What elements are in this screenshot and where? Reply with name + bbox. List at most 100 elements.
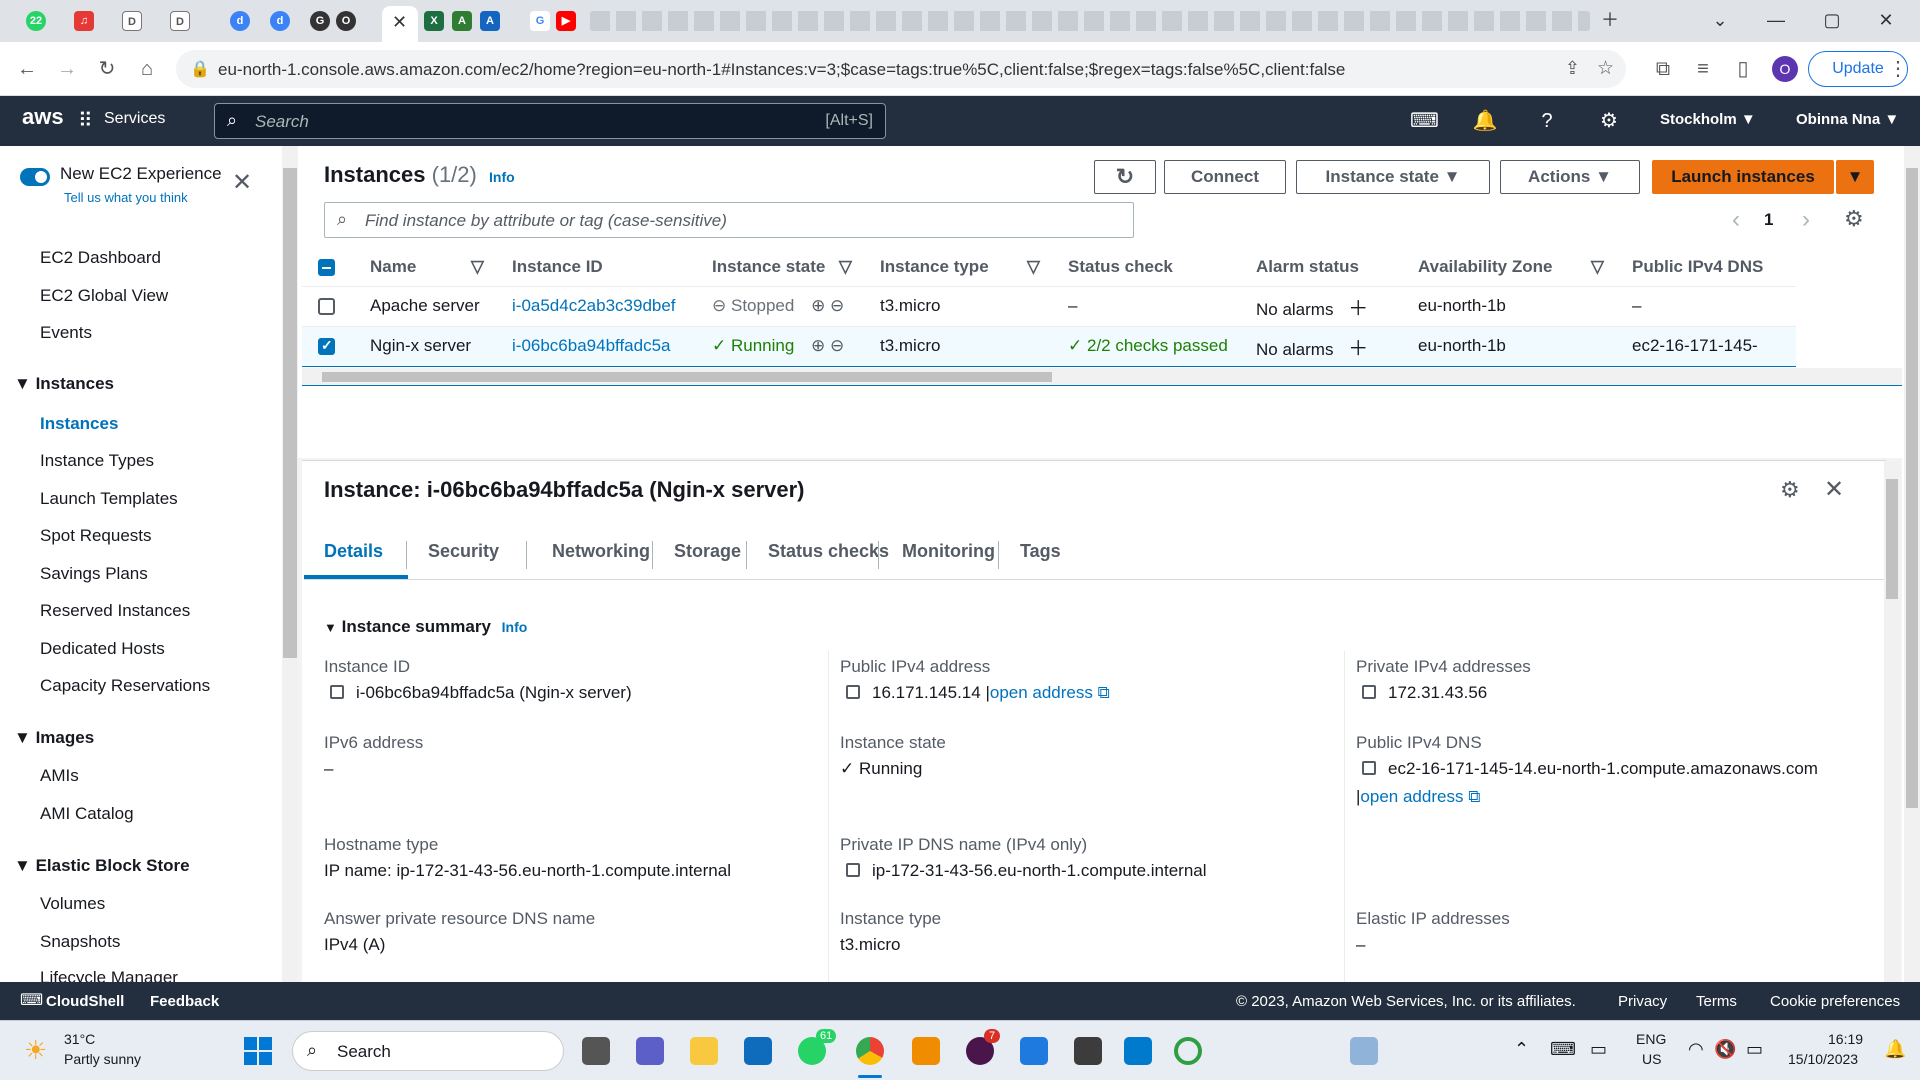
chrome-icon[interactable]: [856, 1037, 884, 1065]
col-header-instance-type[interactable]: Instance type ▽: [864, 248, 1052, 287]
outlook-icon[interactable]: [744, 1037, 772, 1065]
maximize-icon[interactable]: ▢: [1812, 8, 1852, 32]
git-icon[interactable]: [1074, 1037, 1102, 1065]
clock-date[interactable]: 15/10/2023: [1788, 1051, 1858, 1067]
profile-avatar[interactable]: O: [1772, 56, 1798, 82]
tab-security[interactable]: Security: [428, 541, 499, 562]
copy-icon[interactable]: [846, 685, 860, 699]
tab-icon-docs-2[interactable]: D: [170, 11, 190, 31]
tab-icon-app-3[interactable]: A: [452, 11, 472, 31]
tab-icon-whatsapp[interactable]: 22: [26, 11, 46, 31]
tab-icon-github[interactable]: G: [310, 11, 330, 31]
feedback-footer-link[interactable]: Feedback: [150, 993, 219, 1010]
tab-icon-app[interactable]: d: [230, 11, 250, 31]
summary-info-link[interactable]: Info: [502, 619, 528, 635]
keyboard-icon[interactable]: ⌨: [1550, 1039, 1576, 1060]
show-hidden-icons[interactable]: ⌃: [1514, 1039, 1529, 1060]
sidebar-item-ec2-global-view[interactable]: EC2 Global View: [40, 286, 168, 306]
tab-icon-app-2[interactable]: d: [270, 11, 290, 31]
help-icon[interactable]: ?: [1534, 108, 1560, 134]
sidebar-item-volumes[interactable]: Volumes: [40, 894, 105, 914]
new-experience-toggle[interactable]: [20, 168, 50, 186]
account-menu[interactable]: Obinna Nna ▼: [1796, 111, 1899, 128]
menu-icon[interactable]: ⋮: [1888, 56, 1908, 82]
aws-search-input[interactable]: ⌕ Search [Alt+S]: [214, 103, 886, 139]
zoom-out-icon[interactable]: ⊖: [830, 296, 844, 315]
summary-header[interactable]: ▼ Instance summary Info: [324, 617, 527, 637]
new-tab-icon[interactable]: ＋: [1590, 8, 1630, 32]
connect-button[interactable]: Connect: [1164, 160, 1286, 194]
clock-time[interactable]: 16:19: [1828, 1031, 1863, 1047]
sidebar-item-events[interactable]: Events: [40, 323, 92, 343]
sidebar-item-snapshots[interactable]: Snapshots: [40, 932, 120, 952]
details-scrollbar-thumb[interactable]: [1886, 479, 1898, 599]
active-tab[interactable]: ✕: [382, 6, 418, 42]
privacy-link[interactable]: Privacy: [1618, 993, 1667, 1010]
instance-id-link[interactable]: i-06bc6ba94bffadc5a: [512, 336, 671, 355]
cloudshell-link[interactable]: CloudShell: [46, 993, 124, 1010]
tab-status-checks[interactable]: Status checks: [768, 541, 889, 562]
zoom-in-icon[interactable]: ⊕: [811, 296, 825, 315]
services-menu[interactable]: Services: [104, 110, 165, 128]
launch-instances-button[interactable]: Launch instances: [1652, 160, 1834, 194]
copy-icon[interactable]: [1362, 761, 1376, 775]
vlc-icon[interactable]: [912, 1037, 940, 1065]
tab-icon-app-4[interactable]: A: [480, 11, 500, 31]
display-icon[interactable]: ▭: [1590, 1039, 1607, 1060]
close-details-icon[interactable]: ✕: [1824, 475, 1844, 504]
notifications-icon[interactable]: 🔔: [1884, 1039, 1906, 1060]
copy-icon[interactable]: [846, 863, 860, 877]
open-address-link[interactable]: open address: [1360, 787, 1463, 806]
back-icon[interactable]: ←: [14, 56, 40, 82]
file-explorer-icon[interactable]: [690, 1037, 718, 1065]
forward-icon[interactable]: →: [54, 56, 80, 82]
reload-icon[interactable]: ↻: [94, 56, 120, 82]
close-sidebar-icon[interactable]: ✕: [232, 168, 252, 197]
tab-icon-google[interactable]: G: [530, 11, 550, 31]
sidebar-item-instances[interactable]: Instances: [40, 414, 118, 434]
tab-icon-music[interactable]: ♫: [74, 11, 94, 31]
open-address-link[interactable]: open address: [990, 683, 1093, 702]
sort-icon[interactable]: ▽: [1027, 257, 1040, 277]
settings-gear-icon[interactable]: ⚙: [1596, 108, 1622, 134]
table-settings-gear-icon[interactable]: ⚙: [1844, 206, 1864, 232]
row-checkbox[interactable]: [318, 298, 335, 316]
tab-icon-docs[interactable]: D: [122, 11, 142, 31]
table-row[interactable]: Apache server i-0a5d4c2ab3c39dbef ⊖ Stop…: [302, 286, 1796, 327]
wifi-icon[interactable]: ◠: [1688, 1039, 1704, 1060]
sort-icon[interactable]: ▽: [471, 257, 484, 277]
sidebar-section-ebs[interactable]: ▼ Elastic Block Store: [14, 856, 190, 876]
table-row[interactable]: Ngin-x server i-06bc6ba94bffadc5a ✓ Runn…: [302, 325, 1796, 367]
instance-id-link[interactable]: i-0a5d4c2ab3c39dbef: [512, 296, 676, 315]
cookie-preferences-link[interactable]: Cookie preferences: [1770, 993, 1900, 1010]
tab-search-icon[interactable]: ⌄: [1700, 8, 1740, 32]
taskbar-search[interactable]: ⌕ Search: [292, 1031, 564, 1071]
add-alarm-icon[interactable]: ＋: [1348, 298, 1368, 320]
home-icon[interactable]: ⌂: [134, 56, 160, 82]
url-text[interactable]: eu-north-1.console.aws.amazon.com/ec2/ho…: [218, 60, 1345, 80]
extensions-icon[interactable]: ⧉: [1650, 56, 1676, 82]
chart-app-icon[interactable]: [1350, 1037, 1378, 1065]
col-header-instance-state[interactable]: Instance state ▽: [696, 248, 864, 287]
weather-icon[interactable]: ☀: [24, 1035, 47, 1066]
add-alarm-icon[interactable]: ＋: [1348, 338, 1368, 360]
vscode-icon[interactable]: [1124, 1037, 1152, 1065]
omnibox[interactable]: 🔒 eu-north-1.console.aws.amazon.com/ec2/…: [176, 50, 1626, 88]
zoom-in-icon[interactable]: ⊕: [811, 336, 825, 355]
tab-icon-excel[interactable]: X: [424, 11, 444, 31]
language-line-2[interactable]: US: [1642, 1051, 1661, 1067]
sidebar-item-ami-catalog[interactable]: AMI Catalog: [40, 804, 134, 824]
row-checkbox[interactable]: [318, 337, 335, 356]
app-circle-icon[interactable]: [1174, 1037, 1202, 1065]
prev-page-icon[interactable]: ‹: [1732, 206, 1740, 234]
sidebar-item-lifecycle-manager[interactable]: Lifecycle Manager: [40, 968, 178, 982]
windows-start-icon[interactable]: [244, 1037, 272, 1065]
services-grid-icon[interactable]: ⠿: [78, 108, 93, 133]
launch-dropdown-button[interactable]: ▼: [1836, 160, 1874, 194]
sort-icon[interactable]: ▽: [839, 257, 852, 277]
instance-filter-input[interactable]: ⌕ Find instance by attribute or tag (cas…: [324, 202, 1134, 238]
details-settings-gear-icon[interactable]: ⚙: [1780, 477, 1800, 503]
bookmark-star-icon[interactable]: ☆: [1597, 57, 1614, 80]
tab-icon-github-2[interactable]: O: [336, 11, 356, 31]
task-view-icon[interactable]: [582, 1037, 610, 1065]
